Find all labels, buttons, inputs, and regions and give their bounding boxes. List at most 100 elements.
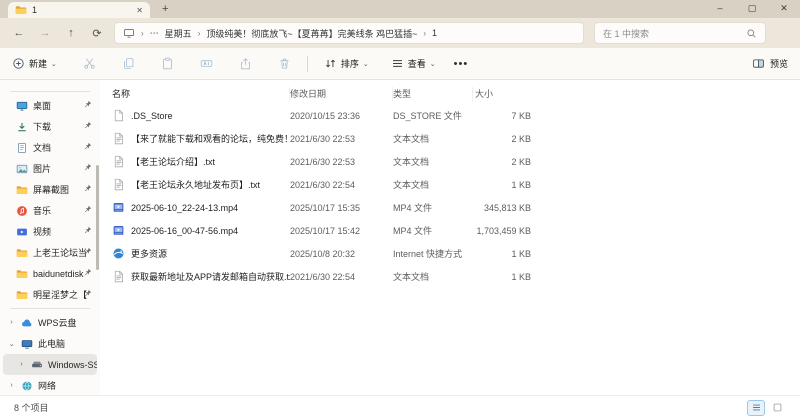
- pin-icon: [83, 268, 92, 277]
- sort-label: 排序: [340, 59, 359, 69]
- search-input[interactable]: 在 1 中搜索: [594, 22, 766, 44]
- table-row[interactable]: 2025-06-16_00-47-56.mp4 2025/10/17 15:42 M…: [100, 219, 800, 242]
- file-name: 2025-06-10_22-24-13.mp4: [131, 202, 239, 213]
- chevron-right-icon[interactable]: ›: [7, 382, 16, 389]
- close-button[interactable]: ✕: [768, 0, 800, 18]
- paste-button[interactable]: [161, 57, 174, 70]
- copy-button[interactable]: [122, 57, 135, 70]
- breadcrumb-overflow[interactable]: ⋯: [150, 28, 159, 39]
- chevron-right-icon: ›: [141, 28, 144, 38]
- sidebar-item[interactable]: 下载: [3, 116, 97, 137]
- minimize-button[interactable]: –: [704, 0, 736, 18]
- text-file-icon: [112, 178, 125, 191]
- breadcrumb-segment[interactable]: 顶级纯美！彻底放飞~【夏苒苒】完美线条 鸡巴猛插~: [206, 27, 417, 40]
- sidebar-item[interactable]: › Windows-SSD: [3, 354, 97, 375]
- table-row[interactable]: 2025-06-10_22-24-13.mp4 2025/10/17 15:35 M…: [100, 196, 800, 219]
- details-view-toggle[interactable]: [747, 399, 765, 416]
- pin-icon: [83, 163, 92, 172]
- view-toggles: [747, 399, 786, 416]
- column-header[interactable]: 大小: [473, 87, 531, 101]
- sidebar-item[interactable]: 明星淫梦之【: [3, 284, 97, 305]
- new-tab-button[interactable]: +: [162, 2, 168, 16]
- chevron-down-icon[interactable]: ⌄: [7, 340, 16, 348]
- sidebar-item[interactable]: 上老王论坛当: [3, 242, 97, 263]
- column-header[interactable]: 修改日期: [290, 87, 393, 101]
- view-button[interactable]: 查看 ⌄: [391, 57, 436, 70]
- chevron-down-icon: ⌄: [51, 60, 57, 68]
- folder-icon: [16, 247, 28, 259]
- new-label: 新建: [29, 59, 48, 69]
- table-row[interactable]: 【来了就能下载和观看的论坛，纯免费！】.txt2021/6/30 22:53 文本…: [100, 127, 800, 150]
- rename-button[interactable]: [200, 57, 213, 70]
- video-file-icon: [112, 201, 125, 214]
- tab-close-icon[interactable]: ✕: [136, 6, 143, 15]
- sort-button[interactable]: 排序 ⌄: [324, 57, 369, 70]
- sidebar-item[interactable]: 文档: [3, 137, 97, 158]
- cut-button[interactable]: [83, 57, 96, 70]
- file-rows: .DS_Store 2020/10/15 23:36 DS_STORE 文件 7 KB…: [100, 104, 800, 288]
- sidebar-scrollbar[interactable]: [96, 165, 99, 270]
- breadcrumb-segment[interactable]: 星期五: [165, 27, 192, 40]
- sidebar-item[interactable]: › 网络: [3, 375, 97, 396]
- sidebar-item[interactable]: ⌄ 此电脑: [3, 333, 97, 354]
- desktop-icon: [16, 100, 28, 112]
- chevron-right-icon[interactable]: ›: [17, 361, 26, 368]
- file-type: 文本文档: [393, 272, 430, 282]
- maximize-button[interactable]: ▢: [736, 0, 768, 18]
- sidebar-item[interactable]: 图片: [3, 158, 97, 179]
- folder-icon: [16, 289, 28, 301]
- file-date: 2025/10/17 15:42: [290, 225, 361, 236]
- folder-icon: [15, 4, 27, 16]
- preview-label: 预览: [769, 59, 788, 69]
- breadcrumb-segment[interactable]: 1: [432, 28, 437, 38]
- preview-button[interactable]: 预览: [752, 57, 788, 70]
- folder-icon: [16, 268, 28, 280]
- refresh-button[interactable]: ⟳: [84, 27, 110, 40]
- search-icon: [746, 28, 757, 39]
- new-button[interactable]: 新建 ⌄: [12, 57, 57, 70]
- chevron-down-icon: ⌄: [429, 60, 436, 68]
- pin-icon: [83, 226, 92, 235]
- address-bar[interactable]: › ⋯ 星期五 › 顶级纯美！彻底放飞~【夏苒苒】完美线条 鸡巴猛插~ › 1: [114, 22, 584, 44]
- up-button[interactable]: ↑: [58, 27, 84, 39]
- chevron-right-icon[interactable]: ›: [7, 319, 16, 326]
- tab-current-folder[interactable]: 1 ✕: [8, 2, 150, 18]
- network-icon: [21, 380, 33, 392]
- column-header[interactable]: 类型: [393, 87, 473, 101]
- table-row[interactable]: 更多资源 2025/10/8 20:32 Internet 快捷方式 1 KB: [100, 242, 800, 265]
- sidebar-item[interactable]: 音乐: [3, 200, 97, 221]
- table-row[interactable]: .DS_Store 2020/10/15 23:36 DS_STORE 文件 7 KB: [100, 104, 800, 127]
- internet-shortcut-icon: [112, 247, 125, 260]
- text-file-icon: [112, 155, 125, 168]
- table-row[interactable]: 【老王论坛介绍】.txt 2021/6/30 22:53 文本文档 2 KB: [100, 150, 800, 173]
- folder-icon: [16, 184, 28, 196]
- address-row: ← → ↑ ⟳ › ⋯ 星期五 › 顶级纯美！彻底放飞~【夏苒苒】完美线条 鸡巴猛插~ ›…: [0, 18, 800, 48]
- sidebar-item-label: WPS云盘: [38, 318, 77, 328]
- pin-icon: [83, 184, 92, 193]
- delete-button[interactable]: [278, 57, 291, 70]
- column-headers: 名称 修改日期 类型 大小: [100, 84, 800, 104]
- sidebar-item[interactable]: 视频: [3, 221, 97, 242]
- sidebar-item[interactable]: 桌面: [3, 95, 97, 116]
- file-icon: [112, 109, 125, 122]
- chevron-down-icon: ⌄: [362, 60, 369, 68]
- more-options-button[interactable]: •••: [454, 58, 469, 70]
- video-file-icon: [112, 224, 125, 237]
- sidebar-item[interactable]: 屏幕截图: [3, 179, 97, 200]
- table-row[interactable]: 获取最新地址及APP请发邮箱自动获取.txt 2021/6/30 22:54 文本文…: [100, 265, 800, 288]
- column-header[interactable]: 名称: [100, 87, 290, 101]
- table-row[interactable]: 【老王论坛永久地址发布页】.txt 2021/6/30 22:54 文本文档 1 KB: [100, 173, 800, 196]
- sidebar-item[interactable]: › WPS云盘: [3, 312, 97, 333]
- forward-button[interactable]: →: [32, 27, 58, 39]
- sidebar-tree-group: › WPS云盘 ⌄ 此电脑 › Windows-SSD › 网络: [0, 312, 100, 396]
- thumbnail-view-toggle[interactable]: [768, 400, 786, 416]
- sidebar-divider: [10, 91, 90, 92]
- file-type: 文本文档: [393, 157, 430, 167]
- sidebar-item-label: 网络: [38, 381, 57, 391]
- back-button[interactable]: ←: [6, 27, 32, 39]
- pc-icon: [21, 338, 33, 350]
- share-button[interactable]: [239, 57, 252, 70]
- chevron-right-icon: ›: [197, 28, 201, 38]
- tab-bar: 1 ✕ + – ▢ ✕: [0, 0, 800, 18]
- sidebar-item[interactable]: baidunetdisk: [3, 263, 97, 284]
